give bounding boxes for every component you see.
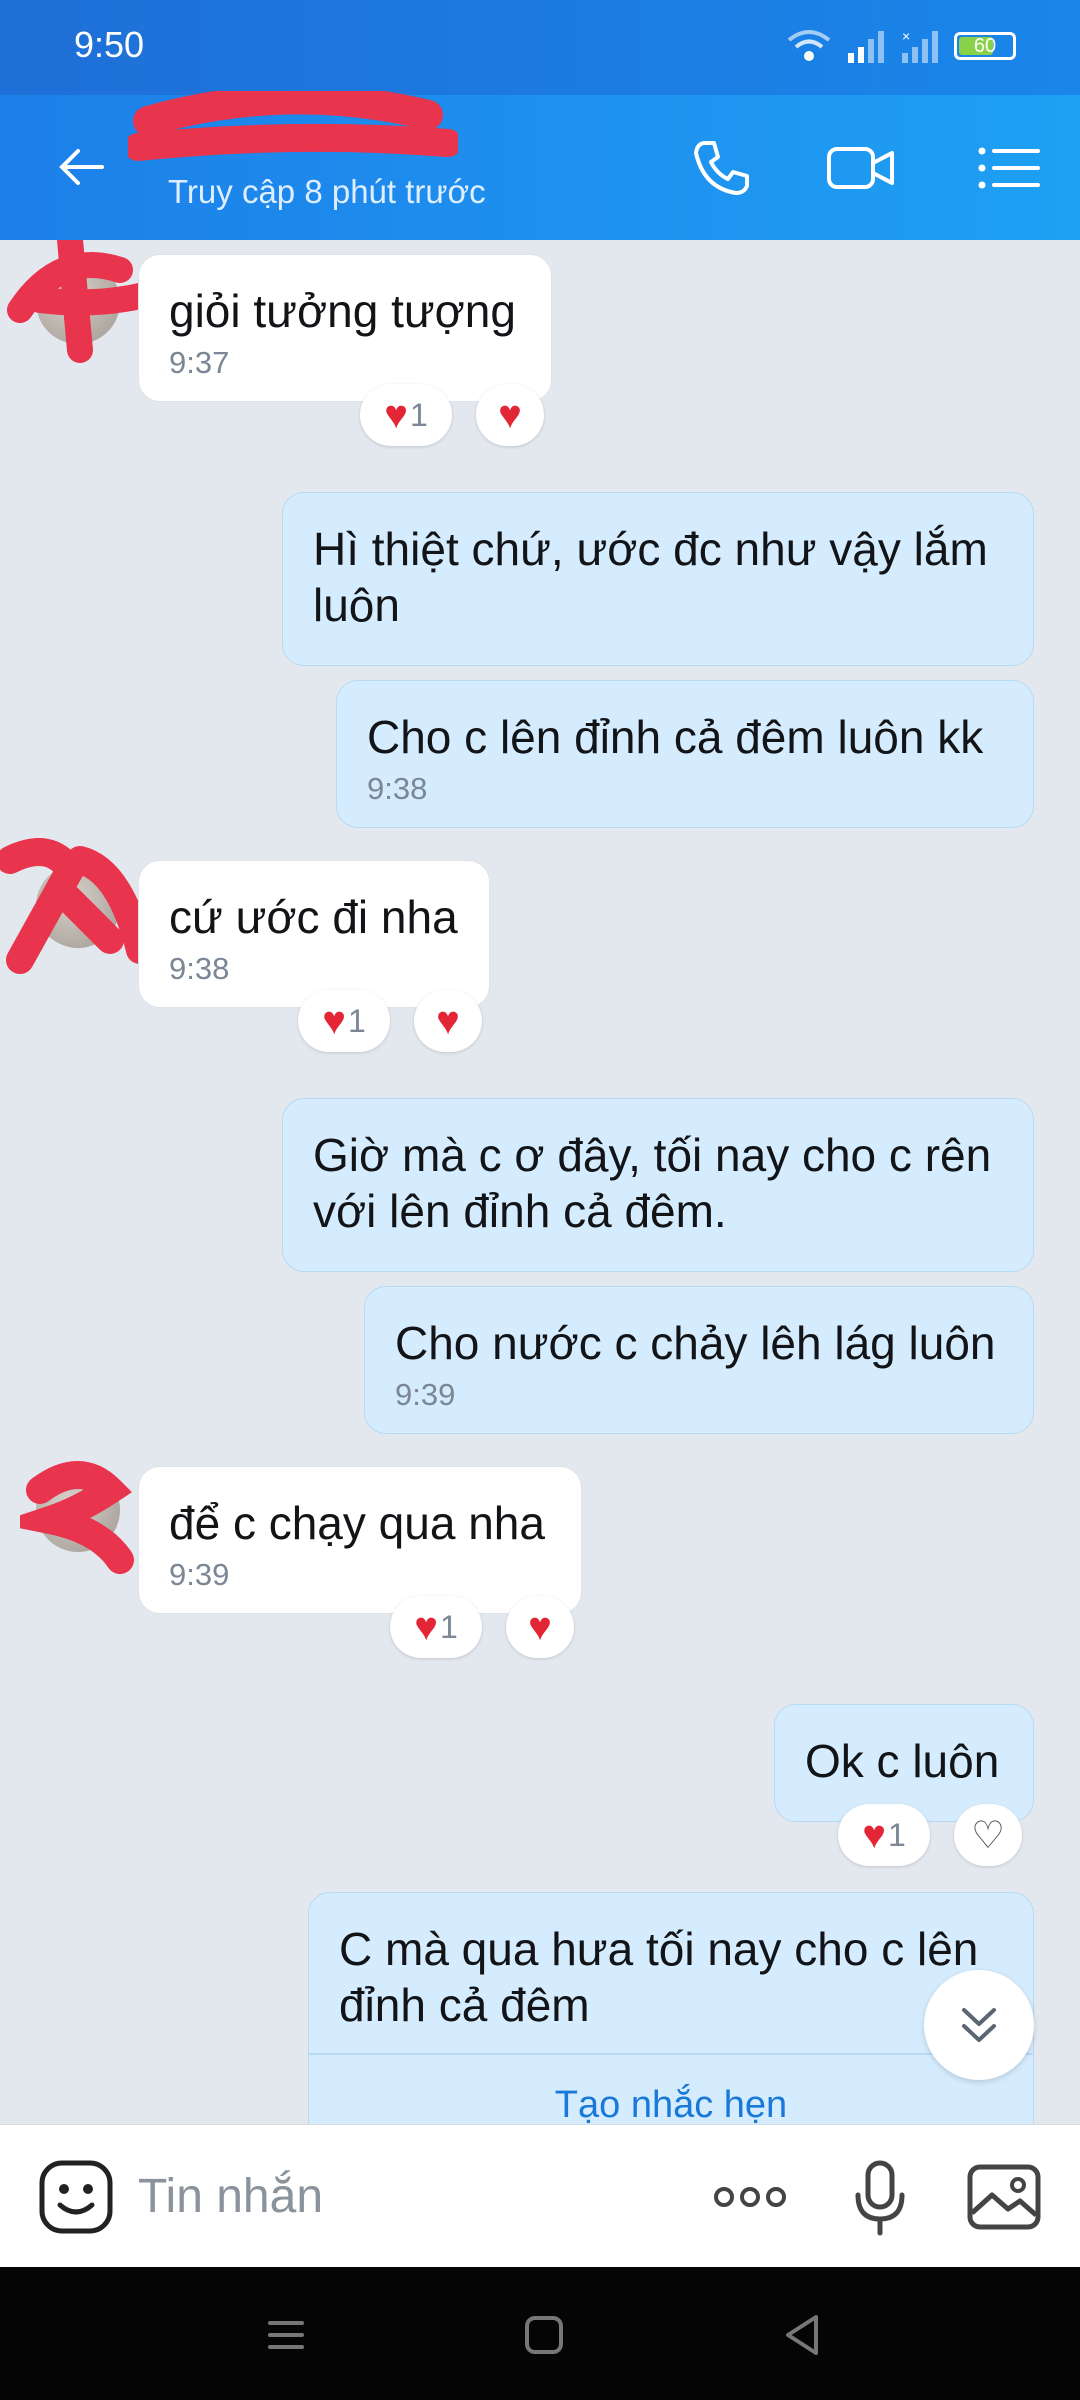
heart-icon: ♥ xyxy=(498,393,522,437)
reaction-count-chip[interactable]: ♥ 1 xyxy=(390,1596,482,1658)
last-seen-status: Truy cập 8 phút trước xyxy=(168,173,486,210)
react-heart-button[interactable]: ♥ xyxy=(506,1596,574,1658)
heart-icon: ♥ xyxy=(384,393,408,437)
scroll-to-bottom-button[interactable] xyxy=(924,1970,1034,2080)
message-time: 9:38 xyxy=(367,771,428,806)
battery-icon: 60 xyxy=(954,32,1016,60)
message-time: 9:39 xyxy=(395,1377,456,1412)
system-navigation-bar xyxy=(0,2267,1080,2400)
redaction-mark xyxy=(128,91,458,161)
arrow-left-icon[interactable] xyxy=(52,137,112,197)
message-text: Cho nước c chảy lêh lág luôn xyxy=(395,1317,996,1369)
message-text: Cho c lên đỉnh cả đêm luôn kk xyxy=(367,711,984,763)
message-bubble-outgoing[interactable]: Cho c lên đỉnh cả đêm luôn kk 9:38 xyxy=(336,680,1034,828)
back-nav-icon[interactable] xyxy=(772,2305,832,2365)
heart-outline-icon: ♡ xyxy=(970,1814,1006,1857)
message-bubble-outgoing[interactable]: Giờ mà c ơ đây, tối nay cho c rên với lê… xyxy=(282,1098,1034,1272)
chat-header: Truy cập 8 phút trước xyxy=(0,91,1080,240)
status-bar: 9:50 × 60 xyxy=(0,0,1080,95)
signal-icon xyxy=(848,31,884,63)
message-input-bar: Tin nhắn xyxy=(0,2124,1080,2268)
message-bubble-incoming[interactable]: cứ ước đi nha 9:38 xyxy=(138,860,490,1008)
list-menu-icon[interactable] xyxy=(974,133,1044,203)
react-heart-button[interactable]: ♡ xyxy=(954,1804,1022,1866)
signal-no-sim-icon: × xyxy=(902,29,938,63)
heart-icon: ♥ xyxy=(436,999,460,1043)
react-heart-button[interactable]: ♥ xyxy=(414,990,482,1052)
divider xyxy=(309,2053,1033,2055)
battery-level: 60 xyxy=(973,35,997,57)
emoji-icon[interactable] xyxy=(36,2157,116,2237)
svg-text:×: × xyxy=(902,29,910,44)
video-camera-icon[interactable] xyxy=(826,133,896,203)
wifi-icon xyxy=(787,30,831,61)
message-text: để c chạy qua nha xyxy=(169,1497,545,1549)
double-chevron-down-icon xyxy=(962,2008,996,2042)
image-icon[interactable] xyxy=(964,2157,1044,2237)
heart-icon: ♥ xyxy=(862,1813,886,1857)
home-icon[interactable] xyxy=(514,2305,574,2365)
redaction-mark xyxy=(0,838,154,974)
more-dots-icon[interactable] xyxy=(710,2157,790,2237)
message-text: Hì thiệt chứ, ước đc như vậy lắm luôn xyxy=(313,523,988,631)
redaction-mark xyxy=(20,1461,134,1574)
recent-apps-icon[interactable] xyxy=(256,2305,316,2365)
message-text: Ok c luôn xyxy=(805,1735,1000,1787)
create-reminder-link[interactable]: Tạo nhắc hẹn xyxy=(309,2077,1033,2124)
message-text: Giờ mà c ơ đây, tối nay cho c rên với lê… xyxy=(313,1129,992,1237)
message-text: giỏi tưởng tượng xyxy=(169,285,516,337)
message-bubble-outgoing[interactable]: C mà qua hưa tối nay cho c lên đỉnh cả đ… xyxy=(308,1892,1034,2124)
react-heart-button[interactable]: ♥ xyxy=(476,384,544,446)
status-time: 9:50 xyxy=(74,24,145,65)
microphone-icon[interactable] xyxy=(840,2157,920,2237)
message-input[interactable]: Tin nhắn xyxy=(138,2169,323,2224)
message-list[interactable]: giỏi tưởng tượng 9:37 ♥ 1 ♥ Hì thiệt chứ… xyxy=(0,240,1080,2124)
message-bubble-outgoing[interactable]: Hì thiệt chứ, ước đc như vậy lắm luôn xyxy=(282,492,1034,666)
message-bubble-incoming[interactable]: để c chạy qua nha 9:39 xyxy=(138,1466,582,1614)
message-text: cứ ước đi nha xyxy=(169,891,458,943)
heart-icon: ♥ xyxy=(414,1605,438,1649)
phone-icon[interactable] xyxy=(686,133,756,203)
reaction-count-chip[interactable]: ♥ 1 xyxy=(838,1804,930,1866)
status-icons: × 60 xyxy=(786,28,1016,64)
heart-icon: ♥ xyxy=(528,1605,552,1649)
message-text: C mà qua hưa tối nay cho c lên đỉnh cả đ… xyxy=(339,1923,979,2031)
reaction-count-chip[interactable]: ♥ 1 xyxy=(360,384,452,446)
heart-icon: ♥ xyxy=(322,999,346,1043)
reaction-count-chip[interactable]: ♥ 1 xyxy=(298,990,390,1052)
message-bubble-incoming[interactable]: giỏi tưởng tượng 9:37 xyxy=(138,254,552,402)
message-time: 9:38 xyxy=(169,951,230,986)
message-time: 9:39 xyxy=(169,1557,230,1592)
message-time: 9:37 xyxy=(169,345,230,380)
message-bubble-outgoing[interactable]: Cho nước c chảy lêh lág luôn 9:39 xyxy=(364,1286,1034,1434)
